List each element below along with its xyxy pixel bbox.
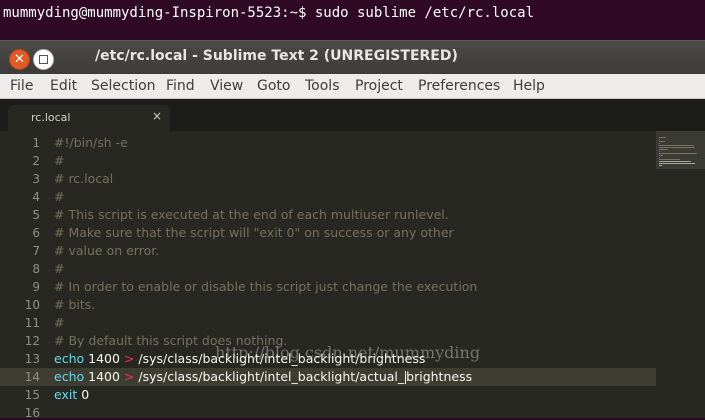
code-line[interactable]: # By default this script does nothing. — [54, 333, 287, 348]
close-window-button[interactable]: ✕ — [9, 49, 30, 70]
code-token: # In order to enable or disable this scr… — [54, 279, 478, 294]
code-line[interactable]: # bits. — [54, 297, 95, 312]
minimap-line — [659, 159, 680, 160]
code-line[interactable]: # — [54, 153, 64, 168]
minimap[interactable] — [656, 131, 705, 418]
title-bar: ✕ /etc/rc.local - Sublime Text 2 (UNREGI… — [0, 40, 705, 75]
minimap-line — [659, 149, 668, 150]
menu-goto[interactable]: Goto — [257, 78, 290, 94]
terminal-prompt-line: mummyding@mummyding-Inspiron-5523:~$ sud… — [3, 5, 535, 21]
code-line[interactable]: #!/bin/sh -e — [54, 135, 128, 150]
code-line[interactable]: # — [54, 189, 64, 204]
line-number: 10 — [24, 298, 40, 312]
menu-selection[interactable]: Selection — [91, 78, 156, 94]
line-number: 6 — [32, 226, 40, 240]
terminal-window: mummyding@mummyding-Inspiron-5523:~$ sud… — [0, 0, 705, 40]
line-number: 7 — [32, 244, 40, 258]
code-line[interactable]: # — [54, 261, 64, 276]
menu-find[interactable]: Find — [166, 78, 195, 94]
minimap-line — [659, 155, 663, 156]
code-token: > — [123, 369, 135, 384]
line-number: 12 — [24, 334, 40, 348]
code-token: echo — [54, 351, 85, 366]
code-token: # Make sure that the script will "exit 0… — [54, 225, 454, 240]
minimap-line — [659, 143, 660, 144]
line-number: 2 — [32, 154, 40, 168]
code-token: #!/bin/sh -e — [54, 135, 128, 150]
line-number: 5 — [32, 208, 40, 222]
line-number: 4 — [32, 190, 40, 204]
editor-pane[interactable]: 1 #!/bin/sh -e 2 #3 # rc.local 4 #5 # This scri… — [0, 131, 705, 420]
menu-file[interactable]: File — [10, 78, 33, 94]
minimap-line — [659, 165, 662, 166]
code-line[interactable]: # value on error. — [54, 243, 159, 258]
code-token: # value on error. — [54, 243, 160, 258]
minimap-line — [659, 163, 695, 164]
code-token: > — [123, 351, 135, 366]
code-token: 1400 — [84, 351, 124, 366]
minimap-line — [659, 151, 660, 152]
maximize-window-button[interactable] — [33, 49, 54, 70]
menu-help[interactable]: Help — [513, 78, 545, 94]
code-line[interactable]: echo 1400 > /sys/class/backlight/intel_b… — [54, 351, 425, 366]
line-number: 15 — [24, 388, 40, 402]
code-token: brightness — [406, 369, 473, 384]
code-line[interactable]: # rc.local — [54, 171, 113, 186]
code-token: # By default this script does nothing. — [54, 333, 288, 348]
code-token: # — [54, 189, 65, 204]
code-line[interactable]: # Make sure that the script will "exit 0… — [54, 225, 454, 240]
code-line[interactable]: # In order to enable or disable this scr… — [54, 279, 477, 294]
code-token: echo — [54, 369, 85, 384]
minimap-line — [659, 161, 691, 162]
code-token: /sys/class/backlight/intel_backlight/bri… — [134, 351, 426, 366]
code-line[interactable]: exit 0 — [54, 387, 89, 402]
menu-tools[interactable]: Tools — [305, 78, 340, 94]
tab-rc-local[interactable]: rc.local × — [8, 105, 170, 131]
code-token: # This script is executed at the end of … — [54, 207, 449, 222]
minimap-line — [659, 153, 697, 154]
sublime-window: ✕ /etc/rc.local - Sublime Text 2 (UNREGI… — [0, 40, 705, 420]
code-line[interactable]: echo 1400 > /sys/class/backlight/intel_b… — [54, 369, 472, 384]
minimap-line — [659, 157, 660, 158]
code-line[interactable]: # — [54, 315, 64, 330]
code-token: /sys/class/backlight/intel_backlight/act… — [134, 369, 405, 384]
code-token: # — [54, 315, 65, 330]
menu-preferences[interactable]: Preferences — [418, 78, 500, 94]
line-number: 14 — [24, 370, 40, 384]
line-number: 13 — [24, 352, 40, 366]
menu-view[interactable]: View — [210, 78, 243, 94]
minimap-line — [659, 145, 694, 146]
tab-close-icon[interactable]: × — [152, 109, 162, 123]
code-token: exit — [54, 387, 78, 402]
line-number: 8 — [32, 262, 40, 276]
line-number: 9 — [32, 280, 40, 294]
menu-bar: File Edit Selection Find View Goto Tools… — [0, 74, 705, 99]
tab-bar: rc.local × — [0, 99, 705, 131]
line-number: 1 — [32, 136, 40, 150]
line-number: 11 — [24, 316, 40, 330]
code-token: 1400 — [84, 369, 124, 384]
minimap-line — [659, 137, 666, 138]
minimap-line — [659, 139, 660, 140]
code-token: 0 — [77, 387, 90, 402]
tab-label: rc.local — [31, 111, 71, 124]
window-title: /etc/rc.local - Sublime Text 2 (UNREGIST… — [95, 48, 458, 64]
code-token: # — [54, 261, 65, 276]
menu-project[interactable]: Project — [355, 78, 403, 94]
minimap-line — [659, 141, 665, 142]
code-token: # rc.local — [54, 171, 114, 186]
code-token: # bits. — [54, 297, 96, 312]
minimap-line — [659, 147, 695, 148]
code-token: # — [54, 153, 65, 168]
line-number: 3 — [32, 172, 40, 186]
code-line[interactable]: # This script is executed at the end of … — [54, 207, 449, 222]
menu-edit[interactable]: Edit — [50, 78, 77, 94]
